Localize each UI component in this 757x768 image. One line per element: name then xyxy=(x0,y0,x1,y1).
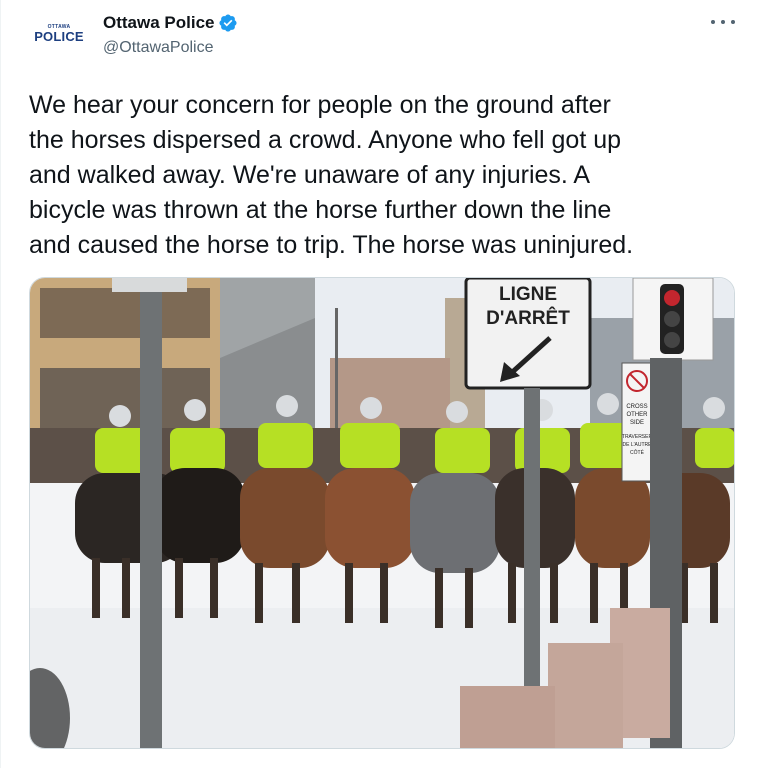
traffic-signal xyxy=(632,278,714,361)
sign-small-line6: CÔTÉ xyxy=(630,449,645,456)
avatar-text-big: POLICE xyxy=(34,29,84,44)
sign-main-line1: LIGNE xyxy=(499,284,557,305)
more-options-icon[interactable] xyxy=(711,12,735,32)
avatar[interactable]: OTTAWA POLICE xyxy=(29,16,89,52)
author-handle[interactable]: @OttawaPolice xyxy=(103,39,214,57)
verified-badge-icon xyxy=(219,14,238,32)
sign-small-line5: DE L'AUTRE xyxy=(622,442,652,448)
pedestrian-sign: CROSS OTHER SIDE TRAVERSER DE L'AUTRE CÔ… xyxy=(621,362,653,482)
sign-main-line2: D'ARRÊT xyxy=(486,307,570,329)
sign-small-line1: CROSS xyxy=(626,404,647,410)
author-display-name[interactable]: Ottawa Police xyxy=(103,13,214,33)
tweet-text: We hear your concern for people on the g… xyxy=(29,91,634,259)
sign-small-line3: SIDE xyxy=(630,420,644,426)
stop-line-sign: LIGNE D'ARRÊT xyxy=(464,278,592,390)
sign-small-line4: TRAVERSER xyxy=(622,434,653,440)
tweet-card: OTTAWA POLICE Ottawa Police @OttawaPolic… xyxy=(0,0,757,768)
sign-small-line2: OTHER xyxy=(627,412,649,418)
photo-scene: LIGNE D'ARRÊT CROSS OTHER SIDE TRAVERSER… xyxy=(30,278,734,748)
tweet-photo[interactable]: LIGNE D'ARRÊT CROSS OTHER SIDE TRAVERSER… xyxy=(29,277,735,749)
author-name-row: Ottawa Police xyxy=(103,13,238,33)
sign-pole-left xyxy=(140,278,162,748)
